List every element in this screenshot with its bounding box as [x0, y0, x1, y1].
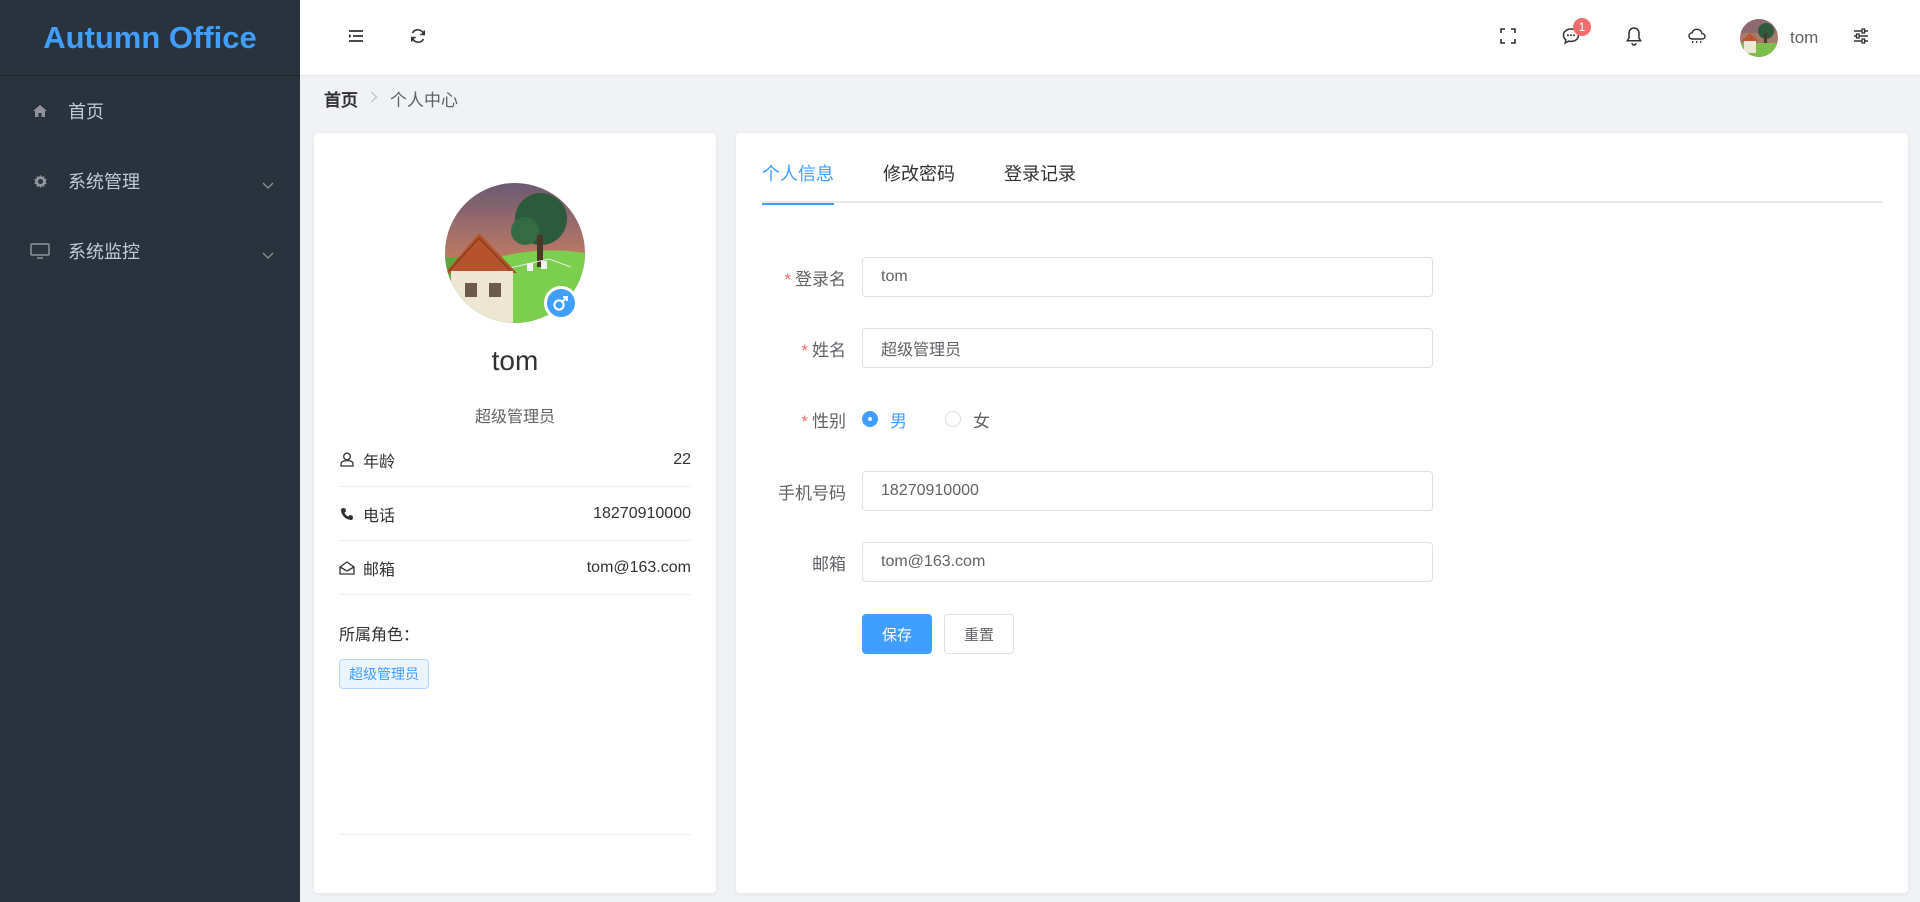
settings-card: 个人信息 修改密码 登录记录 *登录名 *姓名 *性别 男 女 手机号码 邮箱 … — [736, 133, 1908, 893]
tab-change-password[interactable]: 修改密码 — [883, 163, 955, 203]
login-name-label: * 登录名 — [784, 269, 846, 289]
gender-radio-male[interactable]: 男 — [862, 407, 907, 432]
form-row-email: 邮箱 — [762, 542, 1433, 582]
refresh-button[interactable] — [400, 20, 436, 56]
email-label: 邮箱 — [363, 561, 396, 579]
male-icon — [544, 286, 578, 320]
chevron-down-icon — [262, 175, 274, 189]
menu-fold-button[interactable] — [338, 20, 374, 56]
info-row-phone: 电话 18270910000 — [339, 487, 691, 541]
message-button[interactable]: 1 — [1553, 18, 1591, 56]
top-header: 1 tom — [300, 0, 1920, 76]
sidebar-item-label: 首页 — [68, 102, 104, 122]
user-icon — [339, 452, 355, 468]
info-row-age: 年龄 22 — [339, 433, 691, 487]
weather-button[interactable] — [1679, 20, 1715, 56]
monitor-icon — [30, 241, 50, 261]
age-value: 22 — [673, 450, 691, 468]
form-row-login-name: * 登录名 — [762, 257, 1433, 297]
notification-button[interactable] — [1616, 20, 1652, 56]
radio-checked-icon — [862, 411, 878, 427]
menu-fold-icon — [347, 28, 365, 49]
chevron-right-icon — [370, 90, 378, 106]
age-label: 年龄 — [363, 453, 396, 471]
username: tom — [1790, 28, 1819, 47]
avatar — [1740, 19, 1778, 57]
settings-sliders-icon — [1852, 27, 1870, 50]
sidebar: Autumn Office 首页 系统管理 系统监控 — [0, 0, 300, 902]
home-icon — [30, 101, 50, 121]
tabs: 个人信息 修改密码 登录记录 — [762, 163, 1882, 205]
settings-button[interactable] — [1843, 20, 1879, 56]
sidebar-item-system-management[interactable]: 系统管理 — [0, 146, 300, 216]
gender-radio-female[interactable]: 女 — [945, 407, 990, 432]
mobile-label: 手机号码 — [778, 483, 846, 503]
phone-label: 电话 — [363, 507, 396, 525]
phone-value: 18270910000 — [593, 504, 691, 522]
radio-unchecked-icon — [945, 411, 961, 427]
email-field-label: 邮箱 — [812, 554, 846, 574]
profile-card: tom 超级管理员 年龄 22 电话 18270910000 邮箱 tom@16… — [314, 133, 716, 893]
form-row-real-name: * 姓名 — [762, 328, 1433, 368]
tab-login-records[interactable]: 登录记录 — [1004, 163, 1076, 203]
profile-name: tom — [491, 345, 539, 376]
mobile-field[interactable] — [862, 471, 1433, 511]
reset-button[interactable]: 重置 — [944, 614, 1015, 654]
save-button[interactable]: 保存 — [862, 614, 933, 654]
real-name-field[interactable] — [862, 328, 1433, 368]
email-field[interactable] — [862, 542, 1433, 582]
sidebar-item-home[interactable]: 首页 — [0, 76, 300, 146]
gear-icon — [30, 171, 50, 191]
form-row-mobile: 手机号码 — [762, 471, 1433, 511]
sidebar-item-label: 系统监控 — [68, 242, 140, 262]
fullscreen-button[interactable] — [1490, 20, 1526, 56]
login-name-field[interactable] — [862, 257, 1433, 297]
real-name-label: * 姓名 — [801, 340, 846, 360]
breadcrumb-current: 个人中心 — [390, 90, 458, 110]
divider — [339, 834, 691, 835]
tab-personal-info[interactable]: 个人信息 — [762, 163, 834, 205]
breadcrumb: 首页 个人中心 — [324, 86, 458, 110]
app-logo: Autumn Office — [0, 0, 300, 76]
form-row-gender: * 性别 男 女 — [762, 399, 1028, 439]
message-count-badge: 1 — [1573, 18, 1591, 36]
email-value: tom@163.com — [586, 558, 691, 576]
refresh-icon — [409, 27, 427, 50]
fullscreen-icon — [1499, 27, 1517, 50]
user-menu[interactable]: tom — [1740, 18, 1818, 58]
form-actions: 保存 重置 — [862, 614, 1015, 654]
sidebar-item-system-monitor[interactable]: 系统监控 — [0, 216, 300, 286]
profile-role: 超级管理员 — [474, 409, 555, 426]
gender-label: * 性别 — [801, 411, 846, 431]
bell-icon — [1625, 26, 1643, 51]
role-tag: 超级管理员 — [339, 659, 429, 689]
cloud-icon — [1687, 27, 1707, 50]
roles-title: 所属角色： — [339, 627, 420, 644]
sidebar-item-label: 系统管理 — [68, 172, 140, 192]
mail-icon — [339, 560, 355, 576]
info-row-email: 邮箱 tom@163.com — [339, 541, 691, 595]
phone-icon — [339, 506, 355, 522]
chevron-down-icon — [262, 245, 274, 259]
breadcrumb-home[interactable]: 首页 — [324, 86, 358, 111]
